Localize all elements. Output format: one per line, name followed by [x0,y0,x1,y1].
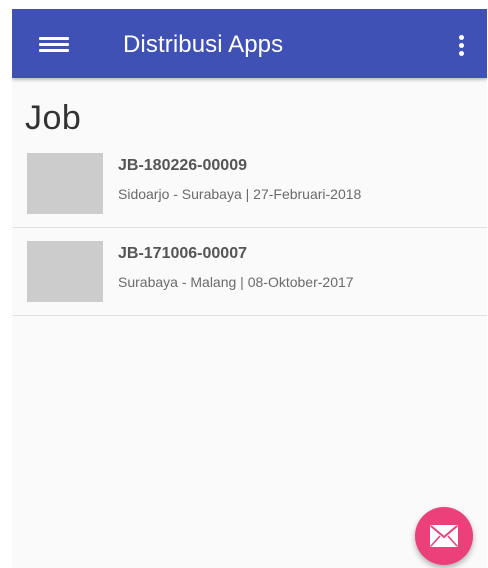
mail-icon [430,525,458,547]
hamburger-menu-icon[interactable] [39,35,69,55]
job-thumbnail [27,241,103,302]
page-heading: Job [25,99,82,137]
app-screen: Distribusi Apps Job JB-180226-00009 Sido… [12,9,487,568]
job-route-date: Sidoarjo - Surabaya | 27-Februari-2018 [118,186,362,202]
job-list-item[interactable]: JB-180226-00009 Sidoarjo - Surabaya | 27… [12,140,487,228]
job-id: JB-171006-00007 [118,245,247,262]
more-vert-icon[interactable] [455,34,469,58]
app-title: Distribusi Apps [123,31,284,58]
job-id: JB-180226-00009 [118,157,247,174]
job-route-date: Surabaya - Malang | 08-Oktober-2017 [118,274,354,290]
app-bar: Distribusi Apps [12,9,487,78]
job-thumbnail [27,153,103,214]
job-list: JB-180226-00009 Sidoarjo - Surabaya | 27… [12,140,487,316]
job-list-item[interactable]: JB-171006-00007 Surabaya - Malang | 08-O… [12,228,487,316]
compose-mail-button[interactable] [415,507,473,565]
